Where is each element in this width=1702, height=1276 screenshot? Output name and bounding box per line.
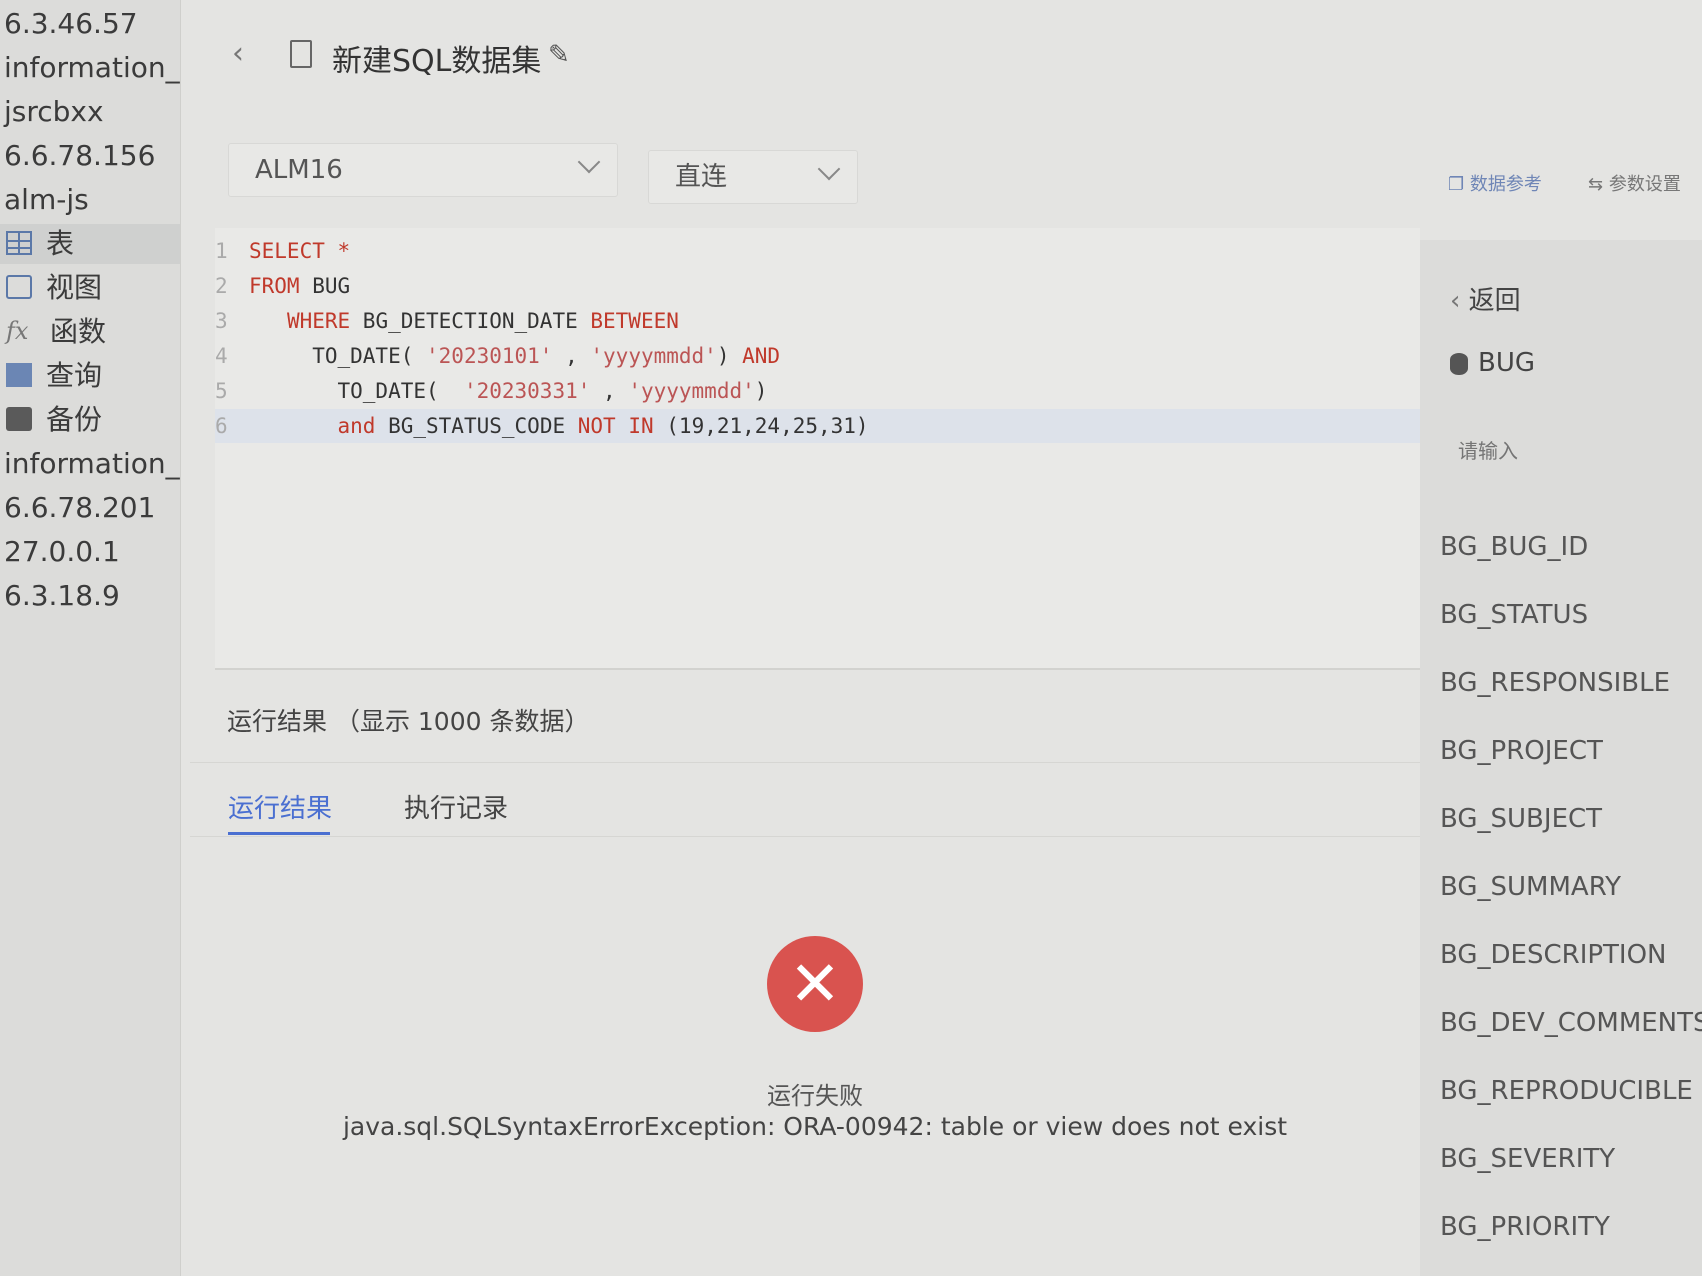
query-icon <box>6 363 32 387</box>
column-item[interactable]: BG_SUBJECT <box>1440 804 1602 834</box>
document-icon <box>290 40 312 68</box>
database-icon <box>1450 352 1468 375</box>
column-item[interactable]: BG_DEV_COMMENTS <box>1440 1008 1702 1038</box>
tree-item[interactable]: 备份 <box>0 400 102 440</box>
back-arrow-icon[interactable]: ‹ <box>232 36 244 71</box>
tree-item-label: 6.3.18.9 <box>4 579 120 612</box>
code-line[interactable]: 4 TO_DATE( '20230101' , 'yyyymmdd') AND <box>215 339 1420 373</box>
tree-item-label: jsrcbxx <box>4 95 104 128</box>
line-number: 2 <box>215 274 228 298</box>
line-number: 3 <box>215 309 228 333</box>
code-line[interactable]: 5 TO_DATE( '20230331' , 'yyyymmdd') <box>215 374 1420 408</box>
error-message: java.sql.SQLSyntaxErrorException: ORA-00… <box>342 1112 1288 1141</box>
error-x-icon: ✕ <box>767 936 863 1032</box>
tree-item-label: information_ <box>4 51 180 84</box>
tree-item[interactable]: 查询 <box>0 356 102 396</box>
line-number: 4 <box>215 344 228 368</box>
column-item[interactable]: BG_SUMMARY <box>1440 872 1621 902</box>
column-item[interactable]: BG_RESPONSIBLE <box>1440 668 1670 698</box>
column-item[interactable]: BG_BUG_ID <box>1440 532 1588 562</box>
column-item[interactable]: BG_DESCRIPTION <box>1440 940 1667 970</box>
connection-tree: 6.3.46.57 information_ jsrcbxx 6.6.78.156 al… <box>0 0 181 1276</box>
tree-item[interactable]: fx 函数 <box>0 312 106 352</box>
code-line[interactable]: 6 and BG_STATUS_CODE NOT IN (19,21,24,25… <box>215 409 1420 443</box>
tree-item-label: 备份 <box>46 403 103 436</box>
line-number: 1 <box>215 239 228 263</box>
column-panel-back-button[interactable]: ‹ 返回 <box>1450 280 1521 317</box>
tree-item-label: 函数 <box>50 315 107 348</box>
tree-item[interactable]: 6.6.78.201 <box>0 488 155 528</box>
back-label: 返回 <box>1468 286 1521 316</box>
code-line[interactable]: 2 FROM BUG <box>215 269 1420 303</box>
results-title: 运行结果 （显示 1000 条数据） <box>227 707 590 736</box>
tree-item[interactable]: 6.6.78.156 <box>0 136 155 176</box>
mode-select[interactable]: 直连 <box>648 150 858 204</box>
column-search-input[interactable] <box>1456 438 1660 464</box>
tree-item-label: 6.6.78.156 <box>4 139 156 172</box>
code-line[interactable]: 1 SELECT * <box>215 234 1420 268</box>
tree-item-label: 6.6.78.201 <box>4 491 156 524</box>
table-icon <box>6 231 32 255</box>
tree-item[interactable]: 表 <box>0 224 180 264</box>
tree-item[interactable]: 6.3.18.9 <box>0 576 120 616</box>
function-icon: fx <box>6 317 29 345</box>
tree-item[interactable]: information_ <box>0 444 180 484</box>
divider <box>190 762 1420 763</box>
column-item[interactable]: BG_PROJECT <box>1440 736 1603 766</box>
datasource-select[interactable]: ALM16 <box>228 143 618 197</box>
data-reference-button[interactable]: ❐ 数据参考 <box>1448 170 1542 196</box>
mode-select-value: 直连 <box>675 162 728 192</box>
chevron-left-icon: ‹ <box>1450 286 1461 316</box>
tree-item-label: 视图 <box>46 271 103 304</box>
tree-item-label: 6.3.46.57 <box>4 7 138 40</box>
chevron-down-icon <box>817 157 841 181</box>
line-number: 6 <box>215 414 228 438</box>
tree-item[interactable]: information_ <box>0 48 180 88</box>
tree-item[interactable]: 6.3.46.57 <box>0 4 138 44</box>
error-title: 运行失败 <box>767 1082 863 1110</box>
data-reference-icon: ❐ <box>1448 174 1465 195</box>
backup-icon <box>6 407 32 431</box>
code-line[interactable]: 3 WHERE BG_DETECTION_DATE BETWEEN <box>215 304 1420 338</box>
column-item[interactable]: BG_STATUS <box>1440 600 1588 630</box>
page-title: 新建SQL数据集 <box>332 44 542 79</box>
column-item[interactable]: BG_REPRODUCIBLE <box>1440 1076 1693 1106</box>
active-tab-indicator <box>228 832 330 835</box>
column-item[interactable]: BG_PRIORITY <box>1440 1212 1610 1242</box>
column-item[interactable]: BG_SEVERITY <box>1440 1144 1615 1174</box>
tree-item[interactable]: alm-js <box>0 180 89 220</box>
tab-run-results[interactable]: 运行结果 <box>228 788 332 825</box>
tree-item-label: 表 <box>46 227 75 260</box>
tab-execution-log[interactable]: 执行记录 <box>404 788 508 825</box>
tree-item-label: 查询 <box>46 359 103 392</box>
tree-item-label: information_ <box>4 447 180 480</box>
sql-editor[interactable]: 1 SELECT * 2 FROM BUG 3 WHERE BG_DETECTION_D… <box>215 228 1420 670</box>
tree-item[interactable]: jsrcbxx <box>0 92 104 132</box>
divider <box>190 836 1420 837</box>
view-icon <box>6 275 32 299</box>
settings-sliders-icon: ⇆ <box>1588 174 1604 195</box>
table-name-label: BUG <box>1478 348 1536 378</box>
tree-item[interactable]: 视图 <box>0 268 102 308</box>
line-number: 5 <box>215 379 228 403</box>
chevron-down-icon <box>577 150 601 174</box>
tree-item[interactable]: 27.0.0.1 <box>0 532 120 572</box>
datasource-select-value: ALM16 <box>255 155 343 185</box>
tree-item-label: 27.0.0.1 <box>4 535 120 568</box>
table-name: BUG <box>1450 348 1535 378</box>
tree-item-label: alm-js <box>4 183 89 216</box>
param-settings-button[interactable]: ⇆ 参数设置 <box>1588 170 1681 196</box>
data-reference-label: 数据参考 <box>1469 174 1542 195</box>
param-settings-label: 参数设置 <box>1608 174 1681 195</box>
edit-pencil-icon[interactable]: ✎ <box>548 40 570 70</box>
